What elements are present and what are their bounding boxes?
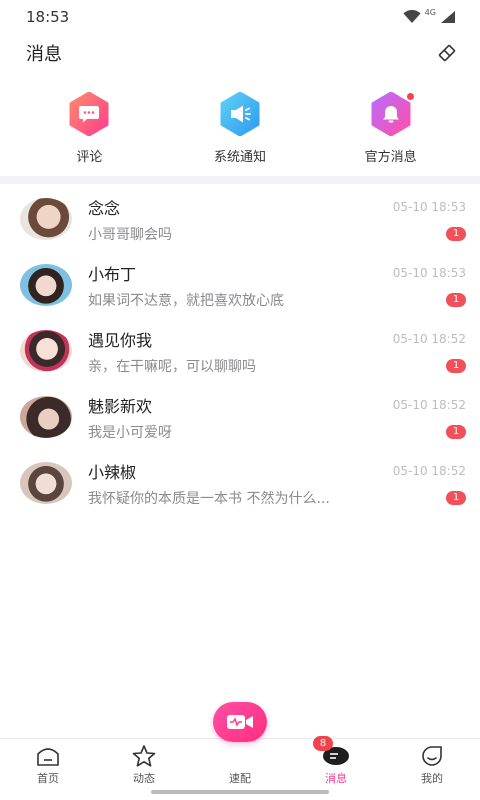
message-list: 念念 05-10 18:53 小哥哥聊会吗 1 小布丁 05-10 18:53 …: [0, 184, 480, 516]
message-name: 念念: [88, 198, 121, 218]
tab-messages[interactable]: 8 消息: [288, 736, 384, 786]
avatar: [20, 330, 72, 372]
avatar: [20, 198, 72, 240]
status-bar: 18:53 4G: [0, 0, 480, 34]
message-row[interactable]: 念念 05-10 18:53 小哥哥聊会吗 1: [0, 186, 480, 252]
clear-read-icon: [438, 44, 456, 62]
comment-hex: [67, 92, 111, 136]
unread-badge: 1: [446, 292, 466, 307]
video-match-icon: [227, 715, 253, 729]
message-row[interactable]: 魅影新欢 05-10 18:52 我是小可爱呀 1: [0, 384, 480, 450]
home-icon: [37, 748, 59, 766]
status-time: 18:53: [26, 8, 70, 26]
tab-label-match: 速配: [229, 772, 251, 785]
star-icon: [132, 745, 156, 767]
tab-label-messages: 消息: [325, 772, 347, 785]
tab-profile[interactable]: 我的: [384, 744, 480, 786]
section-divider: [0, 176, 480, 184]
quick-official[interactable]: 官方消息: [331, 92, 451, 165]
message-time: 05-10 18:53: [392, 199, 466, 214]
message-name: 小辣椒: [88, 462, 137, 482]
quick-entries: 评论 系统通知 官方消息: [0, 72, 480, 176]
status-icons: 4G: [403, 7, 456, 24]
tab-label-profile: 我的: [421, 772, 443, 785]
official-unread-dot: [405, 92, 415, 101]
message-preview: 亲，在干嘛呢，可以聊聊吗: [88, 358, 256, 375]
tab-label-home: 首页: [37, 772, 59, 785]
unread-badge: 1: [446, 424, 466, 439]
quick-system-notice[interactable]: 系统通知: [180, 92, 300, 165]
avatar: [20, 396, 72, 438]
message-name: 遇见你我: [88, 330, 153, 350]
bell-hex: [369, 92, 415, 136]
message-time: 05-10 18:53: [392, 265, 466, 280]
tab-unread-badge: 8: [313, 736, 333, 751]
quick-label-comments: 评论: [76, 150, 103, 165]
tab-home[interactable]: 首页: [0, 744, 96, 786]
profile-icon: [422, 746, 442, 766]
wifi-icon: [403, 10, 421, 23]
page-title: 消息: [26, 44, 62, 65]
bell-icon: [382, 106, 399, 123]
quick-label-official: 官方消息: [364, 150, 417, 165]
unread-badge: 1: [446, 490, 466, 505]
tab-label-moments: 动态: [133, 772, 155, 785]
message-preview: 我是小可爱呀: [88, 424, 172, 441]
message-time: 05-10 18:52: [392, 463, 466, 478]
speaker-icon: [230, 105, 251, 123]
message-preview: 小哥哥聊会吗: [88, 226, 172, 243]
message-time: 05-10 18:52: [392, 331, 466, 346]
quick-label-system: 系统通知: [213, 150, 266, 165]
unread-badge: 1: [446, 358, 466, 373]
message-row[interactable]: 遇见你我 05-10 18:52 亲，在干嘛呢，可以聊聊吗 1: [0, 318, 480, 384]
clear-read-button[interactable]: [434, 40, 460, 66]
comment-icon: [79, 106, 100, 123]
tab-moments[interactable]: 动态: [96, 744, 192, 786]
network-type: 4G: [424, 7, 436, 17]
message-name: 小布丁: [88, 264, 137, 284]
message-row[interactable]: 小布丁 05-10 18:53 如果词不达意，就把喜欢放心底 1: [0, 252, 480, 318]
avatar: [20, 264, 72, 306]
avatar: [20, 462, 72, 504]
message-name: 魅影新欢: [88, 396, 153, 416]
message-preview: 如果词不达意，就把喜欢放心底: [88, 292, 284, 309]
quick-comments[interactable]: 评论: [29, 92, 149, 165]
header: 消息: [0, 34, 480, 72]
message-row[interactable]: 小辣椒 05-10 18:52 我怀疑你的本质是一本书 不然为什么... 1: [0, 450, 480, 516]
signal-icon: [441, 11, 455, 23]
home-indicator: [151, 790, 329, 794]
unread-badge: 1: [446, 226, 466, 241]
speaker-hex: [218, 92, 262, 136]
message-preview: 我怀疑你的本质是一本书 不然为什么...: [88, 490, 330, 507]
message-time: 05-10 18:52: [392, 397, 466, 412]
tab-quick-match[interactable]: 速配: [192, 702, 288, 786]
